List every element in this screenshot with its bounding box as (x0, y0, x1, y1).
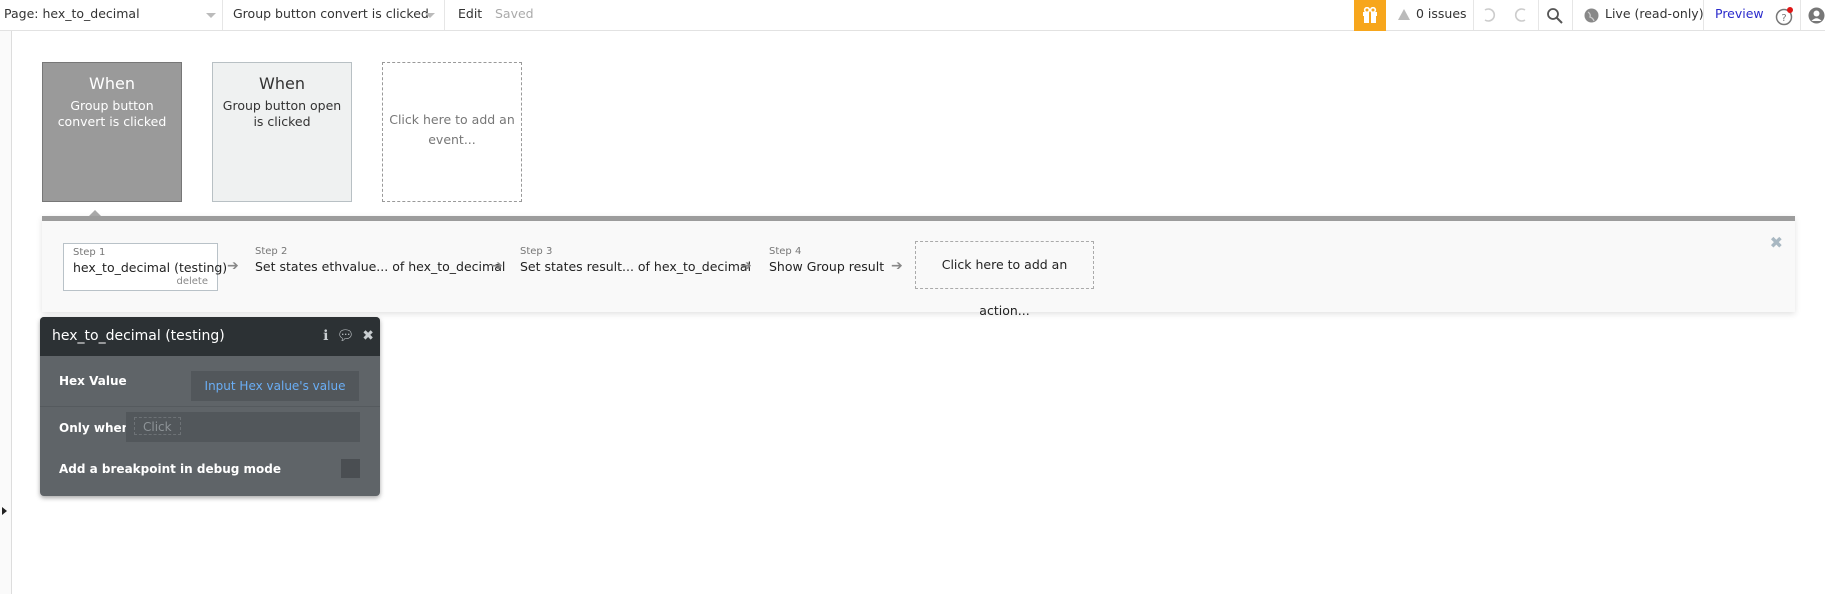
action-step-1[interactable]: Step 1 hex_to_decimal (testing) delete (63, 243, 228, 291)
divider (1800, 0, 1801, 30)
action-step-4[interactable]: Step 4 Show Group result (769, 246, 884, 276)
warning-icon (1398, 9, 1410, 20)
only-when-row: Only when Click (40, 407, 380, 453)
event-description: Group button convert is clicked (57, 98, 167, 129)
add-event-button[interactable]: Click here to add an event... (382, 62, 522, 202)
top-bar: Page: hex_to_decimal Group button conver… (0, 0, 1825, 31)
event-selector-label: Group button convert is clicked (233, 6, 429, 21)
step-label: Step 3 (520, 246, 553, 257)
comment-icon[interactable]: 💬︎ (336, 328, 354, 344)
only-when-placeholder[interactable]: Click (134, 417, 181, 435)
arrow-right-icon: ➔ (227, 258, 239, 274)
add-event-label: Click here to add an event... (389, 112, 515, 147)
step-label: Step 1 (73, 247, 106, 258)
search-icon[interactable] (1546, 7, 1563, 24)
only-when-field[interactable]: Click (126, 412, 360, 442)
step-name: Set states result... of hex_to_decimal (520, 259, 752, 274)
undo-icon[interactable] (1481, 7, 1497, 23)
issues-label: 0 issues (1416, 6, 1467, 21)
info-icon[interactable]: ℹ (323, 328, 328, 344)
divider (1538, 0, 1539, 30)
event-description: Group button open is clicked (222, 98, 342, 129)
event-card-convert[interactable]: When Group button convert is clicked (42, 62, 182, 202)
breakpoint-row: Add a breakpoint in debug mode (40, 453, 380, 493)
breakpoint-checkbox[interactable] (341, 459, 360, 478)
editor-header[interactable]: hex_to_decimal (testing) ℹ 💬︎ ✖ (40, 317, 380, 356)
arrow-right-icon: ➔ (491, 258, 503, 274)
preview-link[interactable]: Preview (1715, 0, 1764, 30)
gift-icon (1363, 7, 1377, 23)
notification-dot (1787, 7, 1793, 13)
live-label: Live (read-only) (1605, 6, 1704, 21)
expand-arrow-icon[interactable] (2, 507, 7, 515)
saved-status: Saved (495, 6, 534, 21)
step-label: Step 4 (769, 246, 802, 257)
event-when-label: When (89, 74, 135, 93)
globe-icon (1584, 8, 1599, 23)
left-gutter (0, 31, 12, 594)
editor-title: hex_to_decimal (testing) (52, 328, 225, 344)
page-selector-label: Page: hex_to_decimal (4, 6, 140, 21)
action-property-editor: hex_to_decimal (testing) ℹ 💬︎ ✖ Hex Value … (40, 317, 380, 496)
edit-button[interactable]: Edit (458, 0, 482, 30)
event-selector[interactable]: Group button convert is clicked (233, 0, 429, 30)
divider (1473, 0, 1474, 30)
step-label: Step 2 (255, 246, 288, 257)
close-icon[interactable]: ✖ (362, 328, 374, 344)
redo-icon[interactable] (1513, 7, 1529, 23)
action-step-3[interactable]: Step 3 Set states result... of hex_to_de… (520, 246, 751, 276)
page-selector[interactable]: Page: hex_to_decimal (4, 0, 140, 30)
page-chevron-down-icon[interactable] (206, 13, 216, 18)
event-when-label: When (259, 74, 305, 93)
divider (1703, 0, 1704, 30)
breakpoint-label: Add a breakpoint in debug mode (59, 462, 281, 476)
hex-value-label: Hex Value (59, 374, 127, 388)
step-name: Show Group result (769, 259, 885, 274)
action-step-2[interactable]: Step 2 Set states ethvalue... of hex_to_… (255, 246, 505, 276)
add-action-button[interactable]: Click here to add an action... (915, 241, 1094, 318)
divider (222, 0, 223, 30)
arrow-right-icon: ➔ (740, 258, 752, 274)
user-icon[interactable] (1808, 7, 1825, 24)
only-when-label: Only when (59, 421, 131, 435)
svg-text:?: ? (1781, 13, 1786, 24)
event-card-open[interactable]: When Group button open is clicked (212, 62, 352, 202)
gift-button[interactable] (1354, 0, 1386, 31)
divider (444, 0, 445, 30)
arrow-right-icon: ➔ (891, 258, 903, 274)
step-name: Set states ethvalue... of hex_to_decimal (255, 259, 506, 274)
close-icon[interactable]: ✖ (1770, 233, 1783, 252)
divider (1572, 0, 1573, 30)
workflow-actions-panel: ✖ Step 1 hex_to_decimal (testing) delete… (42, 216, 1795, 318)
hex-value-field[interactable]: Input Hex value's value (191, 371, 359, 401)
hex-value-row: Hex Value Input Hex value's value (40, 356, 380, 407)
help-icon: ? (1775, 7, 1793, 26)
step-name: hex_to_decimal (testing) (73, 260, 228, 275)
event-chevron-down-icon[interactable] (425, 13, 435, 18)
delete-step-link[interactable]: delete (176, 276, 208, 287)
